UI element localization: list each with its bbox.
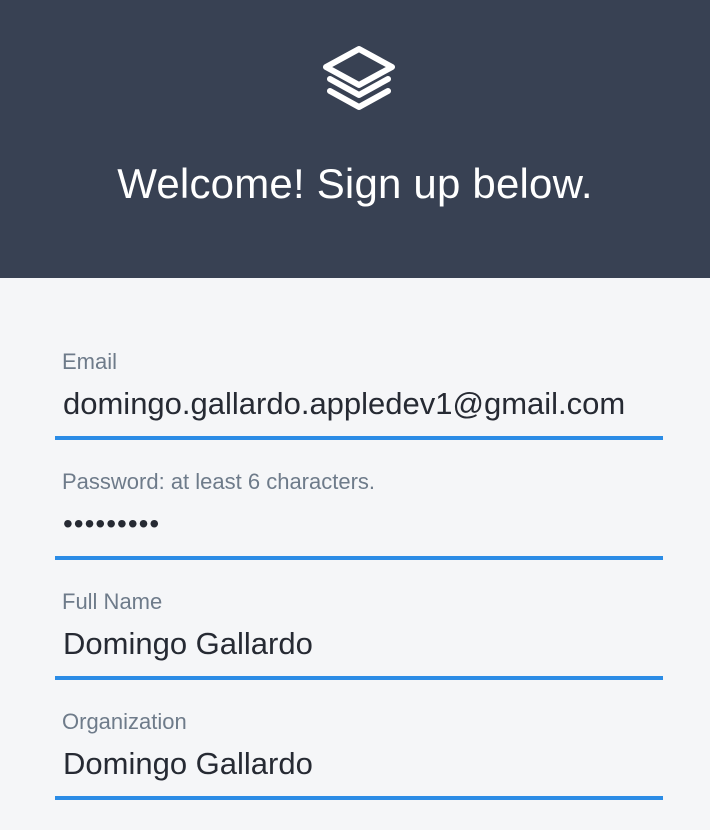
email-underline xyxy=(55,436,663,440)
email-label: Email xyxy=(62,349,118,374)
organization-underline xyxy=(55,796,663,800)
email-field-group: Email xyxy=(55,330,663,450)
stacked-layers-icon xyxy=(323,46,395,110)
page-title: Welcome! Sign up below. xyxy=(117,160,593,207)
password-field-group: Password: at least 6 characters. xyxy=(55,450,663,570)
organization-field[interactable] xyxy=(55,742,663,786)
full-name-field[interactable] xyxy=(55,622,663,666)
password-underline xyxy=(55,556,663,560)
organization-field-group: Organization xyxy=(55,690,663,810)
full-name-label: Full Name xyxy=(62,589,163,614)
password-label: Password: at least 6 characters. xyxy=(62,469,376,494)
header: Welcome! Sign up below. xyxy=(0,0,710,278)
password-field[interactable] xyxy=(55,502,663,546)
organization-label: Organization xyxy=(62,709,187,734)
email-field[interactable] xyxy=(55,382,663,426)
full-name-field-group: Full Name xyxy=(55,570,663,690)
full-name-underline xyxy=(55,676,663,680)
signup-form: Email Password: at least 6 characters. F… xyxy=(55,330,663,810)
signup-page: Welcome! Sign up below. Email Password: … xyxy=(0,0,710,830)
